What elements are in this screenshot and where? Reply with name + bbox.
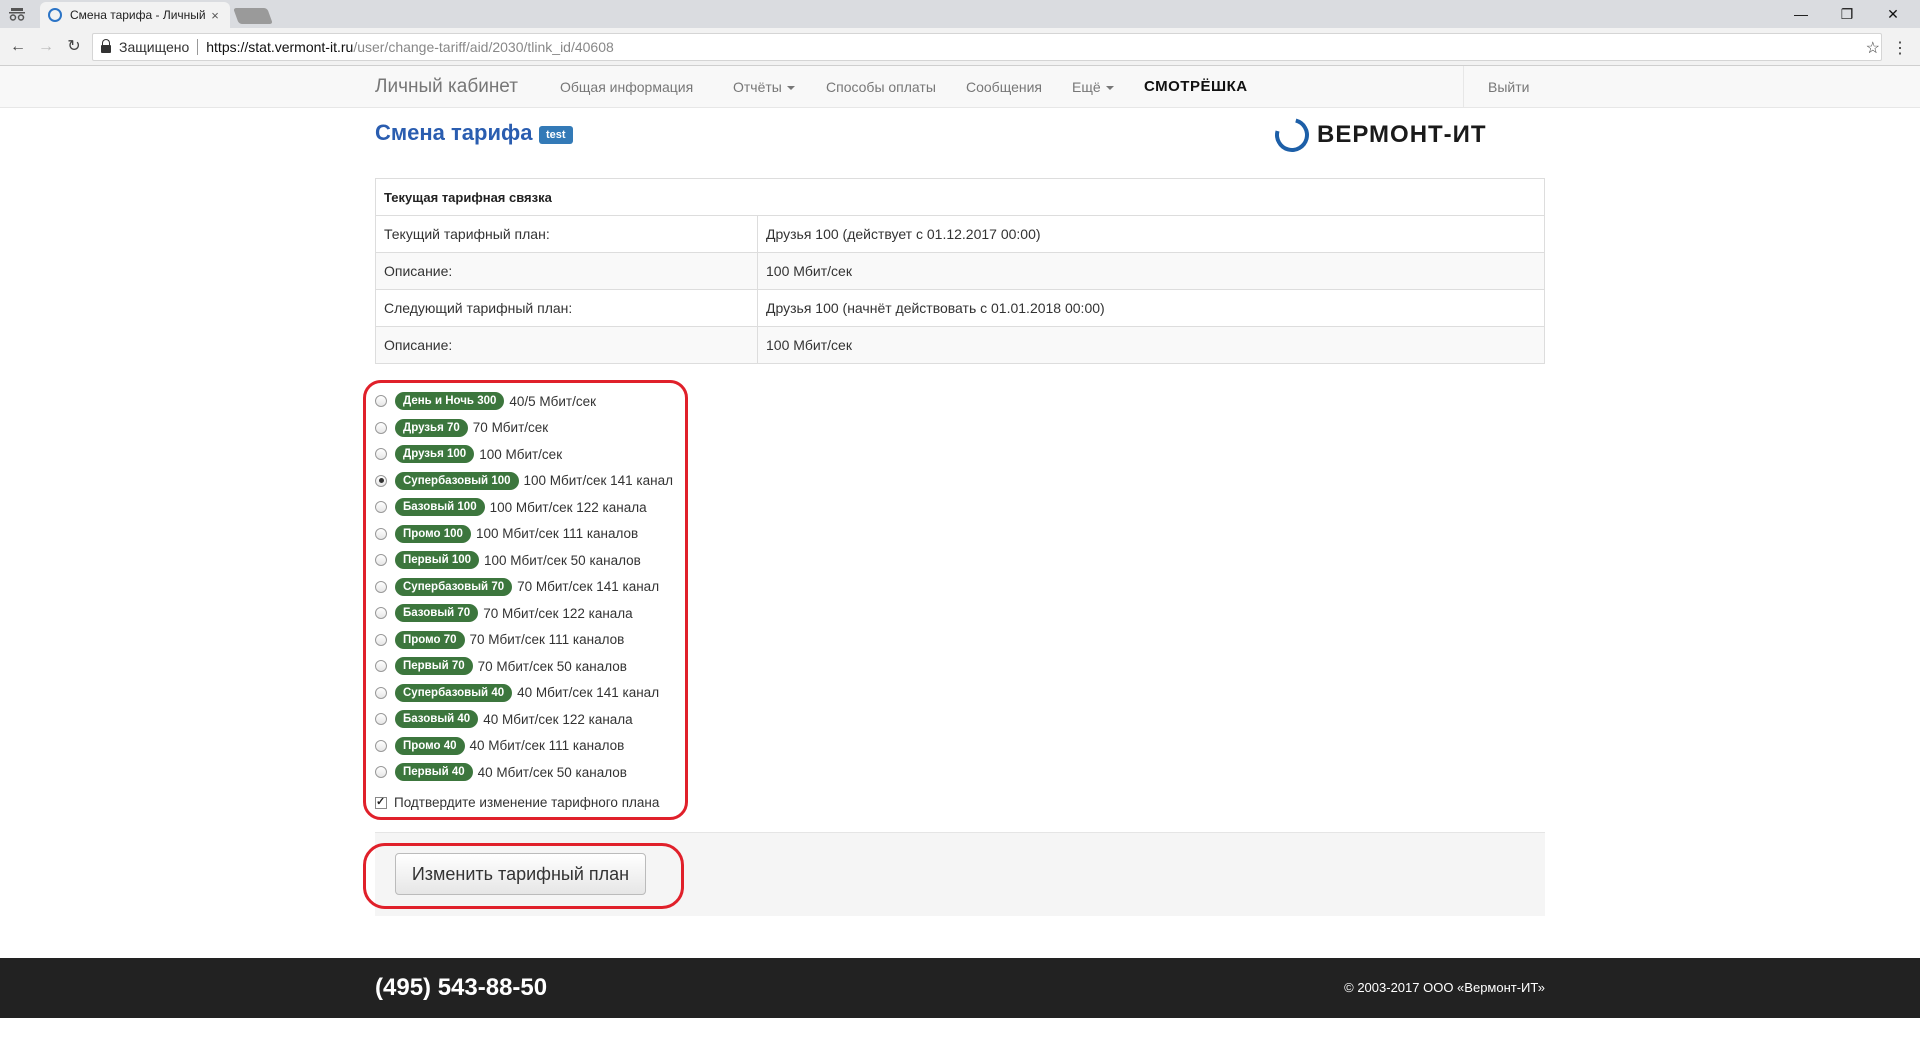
nav-link-reports[interactable]: Отчёты [733, 79, 795, 95]
lock-icon [101, 39, 111, 53]
test-badge: test [539, 126, 573, 144]
logout-link[interactable]: Выйти [1488, 79, 1529, 95]
table-header: Текущая тарифная связка [375, 178, 1545, 216]
url-path: /user/change-tariff/aid/2030/tlink_id/40… [353, 39, 614, 55]
bookmark-star-icon[interactable]: ☆ [1866, 38, 1880, 58]
table-cell-value: Друзья 100 (действует с 01.12.2017 00:00… [757, 215, 1545, 253]
nav-link-more[interactable]: Ещё [1072, 79, 1114, 95]
minimize-button[interactable]: — [1778, 0, 1824, 28]
navbar-divider [1463, 66, 1464, 108]
incognito-icon [8, 5, 26, 23]
table-cell-value: Друзья 100 (начнёт действовать с 01.01.2… [757, 289, 1545, 327]
annotation-highlight-options [363, 380, 688, 820]
secure-label: Защищено [119, 39, 190, 55]
logo-text: ВЕРМОНТ-ИТ [1317, 121, 1487, 148]
maximize-button[interactable]: ❐ [1824, 0, 1870, 28]
table-cell-label: Описание: [375, 252, 758, 290]
url-host: https://stat.vermont-it.ru [206, 39, 354, 55]
table-row: Описание: 100 Мбит/сек [375, 326, 1545, 364]
company-logo: ВЕРМОНТ-ИТ [1268, 111, 1487, 159]
caret-down-icon [786, 86, 795, 91]
back-arrow-icon[interactable]: ← [8, 37, 28, 57]
table-cell-value: 100 Мбит/сек [757, 326, 1545, 364]
navbar-brand[interactable]: Личный кабинет [375, 76, 518, 98]
table-row: Описание: 100 Мбит/сек [375, 252, 1545, 290]
nav-link-payment[interactable]: Способы оплаты [826, 79, 936, 95]
nav-link-more-label: Ещё [1072, 79, 1101, 95]
current-tariff-table: Текущая тарифная связка Текущий тарифный… [375, 178, 1545, 364]
table-cell-label: Описание: [375, 326, 758, 364]
browser-menu-icon[interactable]: ⋮ [1892, 38, 1908, 58]
site-footer: (495) 543-88-50 © 2003-2017 ООО «Вермонт… [0, 958, 1920, 1018]
table-cell-label: Текущий тарифный план: [375, 215, 758, 253]
omnibox-divider [197, 39, 199, 55]
browser-address-bar: ← → ↻ Защищено https://stat.vermont-it.r… [0, 28, 1920, 66]
smotreshka-logo[interactable]: СМОТРЁШКА [1144, 78, 1248, 95]
browser-tab[interactable]: Смена тарифа - Личный × [40, 2, 230, 28]
nav-link-general[interactable]: Общая информация [560, 79, 693, 95]
tab-close-icon[interactable]: × [208, 8, 222, 23]
nav-link-reports-label: Отчёты [733, 79, 782, 95]
footer-phone: (495) 543-88-50 [375, 974, 548, 1001]
table-row: Следующий тарифный план: Друзья 100 (нач… [375, 289, 1545, 327]
table-header-row: Текущая тарифная связка [375, 178, 1545, 216]
window-close-button[interactable]: ✕ [1870, 0, 1916, 28]
tab-title: Смена тарифа - Личный [70, 8, 206, 22]
url-input[interactable]: Защищено https://stat.vermont-it.ru/user… [92, 33, 1882, 61]
footer-copyright: © 2003-2017 ООО «Вермонт-ИТ» [1344, 980, 1545, 995]
table-cell-label: Следующий тарифный план: [375, 289, 758, 327]
site-navbar: Личный кабинет Общая информация Отчёты С… [0, 66, 1920, 108]
page-title: Смена тарифа [375, 120, 533, 145]
vermont-logo-icon [1268, 111, 1316, 159]
table-row: Текущий тарифный план: Друзья 100 (дейст… [375, 215, 1545, 253]
forward-arrow-icon[interactable]: → [36, 37, 56, 57]
nav-link-messages[interactable]: Сообщения [966, 79, 1042, 95]
site-favicon-icon [48, 8, 62, 22]
caret-down-icon [1105, 86, 1114, 91]
table-cell-value: 100 Мбит/сек [757, 252, 1545, 290]
annotation-highlight-button [363, 843, 684, 909]
browser-tab-bar: Смена тарифа - Личный × — ❐ ✕ [0, 0, 1920, 28]
new-tab-button[interactable] [233, 8, 273, 24]
reload-icon[interactable]: ↻ [64, 37, 84, 57]
